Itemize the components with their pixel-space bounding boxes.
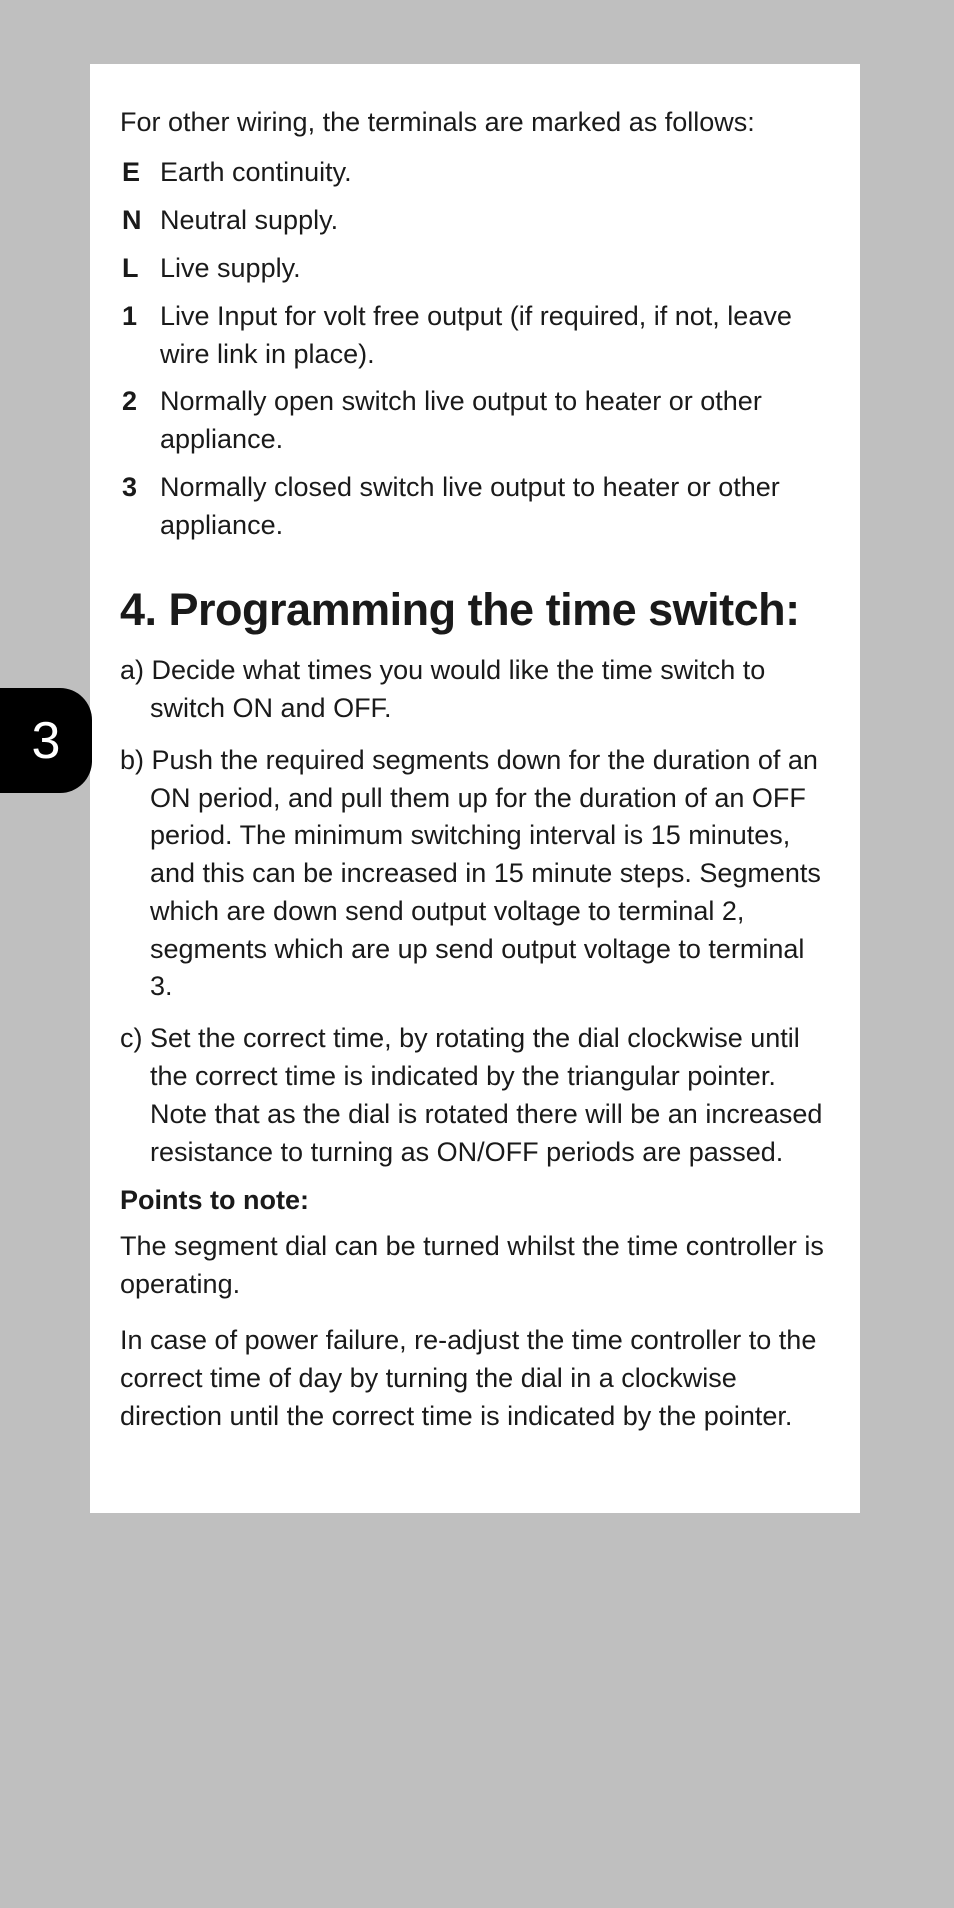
terminal-list: E Earth continuity. N Neutral supply. L … — [120, 154, 830, 544]
terminal-label: 1 — [120, 298, 160, 374]
terminal-desc: Live supply. — [160, 250, 830, 288]
terminal-item: L Live supply. — [120, 250, 830, 288]
document-page: For other wiring, the terminals are mark… — [90, 64, 860, 1513]
terminal-item: 3 Normally closed switch live output to … — [120, 469, 830, 545]
terminal-desc: Earth continuity. — [160, 154, 830, 192]
step-item: b) Push the required segments down for t… — [120, 742, 830, 1007]
terminal-label: 2 — [120, 383, 160, 459]
terminal-label: 3 — [120, 469, 160, 545]
terminal-item: 2 Normally open switch live output to he… — [120, 383, 830, 459]
intro-text: For other wiring, the terminals are mark… — [120, 104, 830, 140]
terminal-label: E — [120, 154, 160, 192]
terminal-desc: Normally closed switch live output to he… — [160, 469, 830, 545]
points-to-note-heading: Points to note: — [120, 1185, 830, 1216]
page-number: 3 — [32, 711, 61, 771]
terminal-item: N Neutral supply. — [120, 202, 830, 240]
step-item: c) Set the correct time, by rotating the… — [120, 1020, 830, 1171]
page-number-tab: 3 — [0, 688, 92, 793]
terminal-label: N — [120, 202, 160, 240]
terminal-desc: Neutral supply. — [160, 202, 830, 240]
step-item: a) Decide what times you would like the … — [120, 652, 830, 728]
terminal-desc: Live Input for volt free output (if requ… — [160, 298, 830, 374]
section-heading: 4. Programming the time switch: — [120, 585, 830, 635]
note-text: The segment dial can be turned whilst th… — [120, 1228, 830, 1304]
terminal-item: 1 Live Input for volt free output (if re… — [120, 298, 830, 374]
terminal-item: E Earth continuity. — [120, 154, 830, 192]
terminal-label: L — [120, 250, 160, 288]
step-list: a) Decide what times you would like the … — [120, 652, 830, 1171]
note-text: In case of power failure, re-adjust the … — [120, 1322, 830, 1435]
terminal-desc: Normally open switch live output to heat… — [160, 383, 830, 459]
